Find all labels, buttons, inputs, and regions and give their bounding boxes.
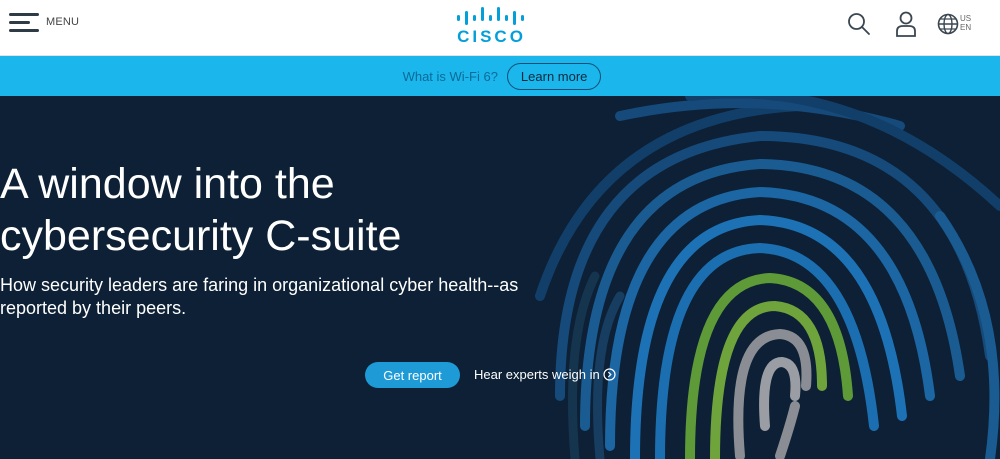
hero-subtitle-line-2: reported by their peers. [0,298,187,318]
promo-banner: What is Wi-Fi 6? Learn more [0,56,1000,96]
cisco-logo[interactable]: CISCO [455,5,530,47]
get-report-button[interactable]: Get report [365,362,460,388]
hero-subtitle-line-1: How security leaders are faring in organ… [0,275,519,295]
locale-language: EN [960,23,972,32]
user-account-button[interactable] [895,11,917,42]
menu-button[interactable]: MENU [9,11,79,35]
learn-more-button[interactable]: Learn more [506,62,602,90]
search-icon [848,13,870,35]
hero-title: A window into the cybersecurity C-suite [0,158,984,262]
promo-text: What is Wi-Fi 6? [402,68,498,84]
top-navigation-bar: MENU CISCO US EN [0,0,1000,56]
cisco-bridge-icon [457,7,524,25]
chevron-circle-right-icon [603,368,616,381]
hero-title-line-1: A window into the [0,160,335,208]
hero-subtitle: How security leaders are faring in organ… [0,274,984,320]
hero-section: A window into the cybersecurity C-suite … [0,96,1000,459]
menu-label: MENU [46,16,80,28]
hamburger-menu-icon [9,11,39,35]
logo-wordmark: CISCO [457,27,526,46]
hero-title-line-2: cybersecurity C-suite [0,212,402,260]
locale-country: US [960,14,972,23]
globe-icon [937,13,959,35]
language-selector[interactable] [937,13,959,40]
search-button[interactable] [847,12,871,41]
locale-indicator[interactable]: US EN [960,14,971,32]
user-icon [896,11,916,37]
hear-experts-label: Hear experts weigh in [474,367,600,382]
hear-experts-link[interactable]: Hear experts weigh in [474,367,616,382]
